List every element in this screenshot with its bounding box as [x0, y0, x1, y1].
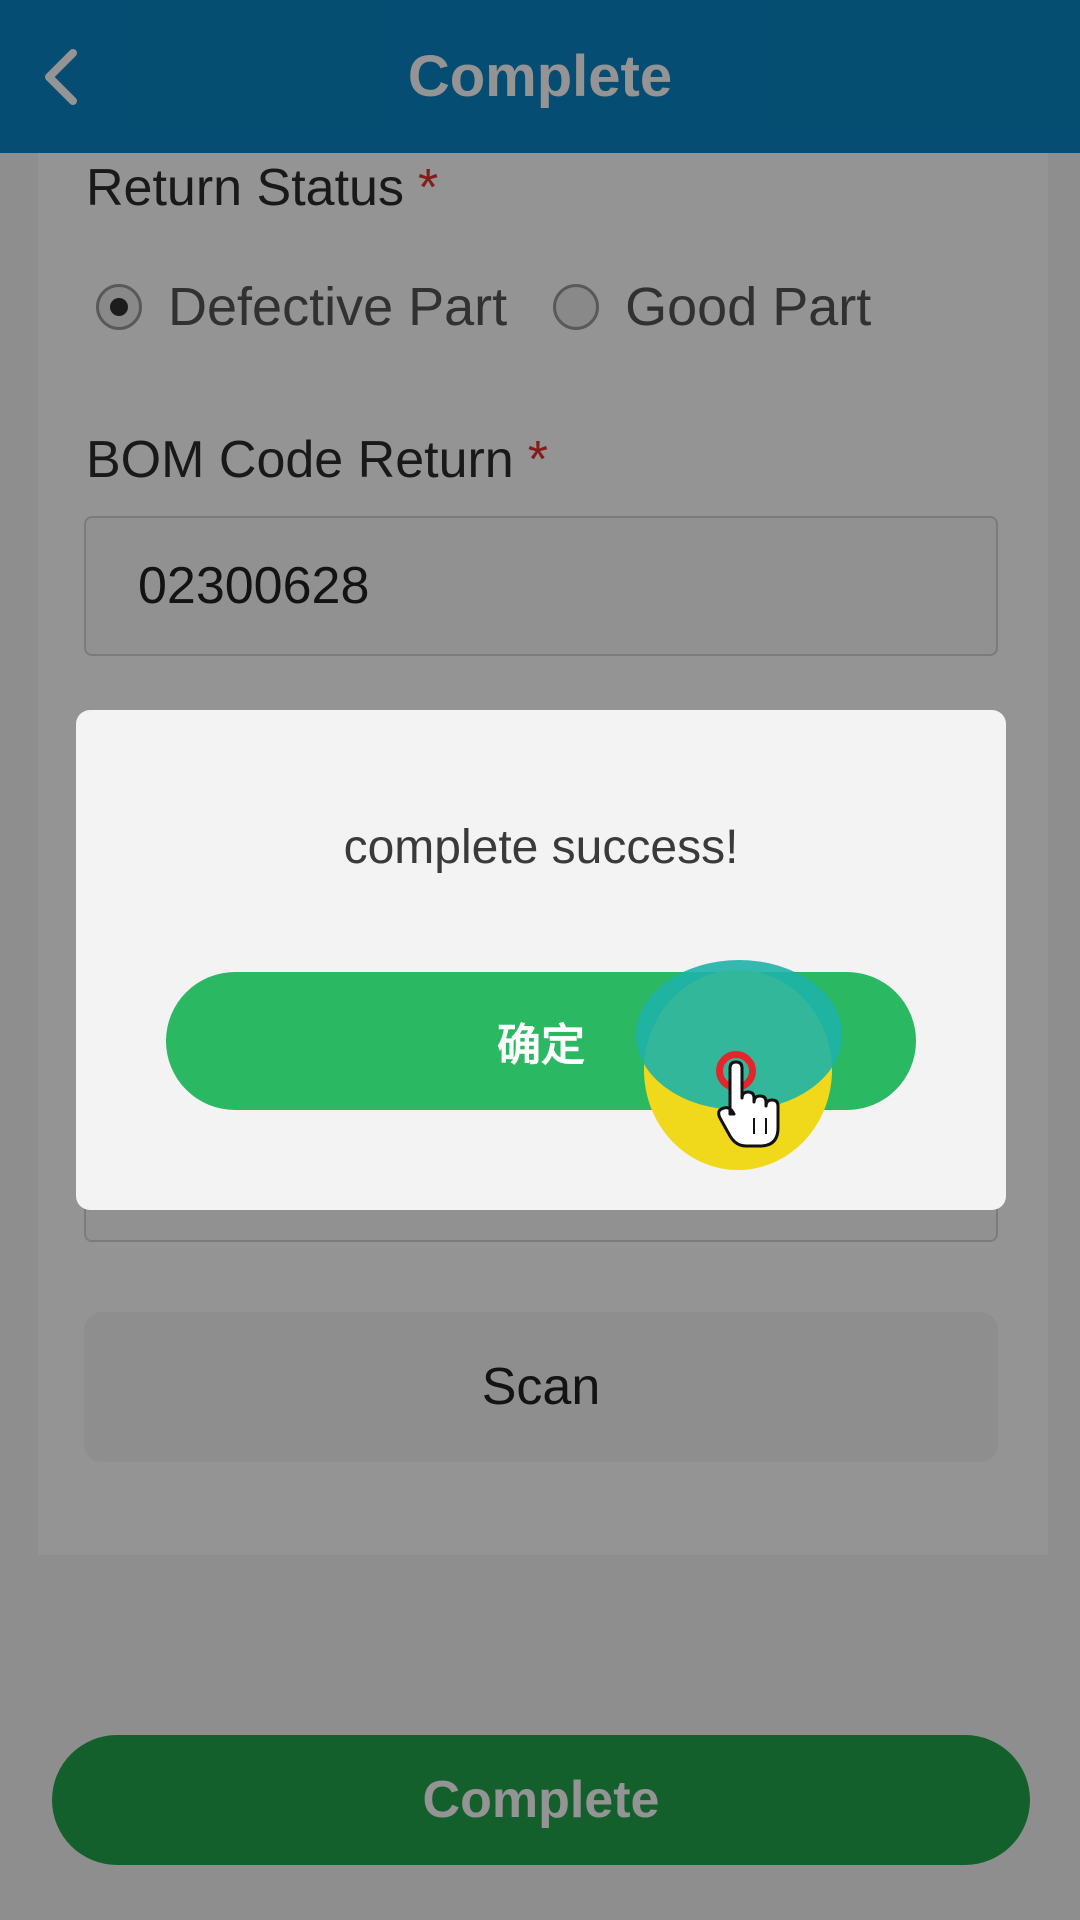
- dialog-message: complete success!: [343, 821, 739, 874]
- hand-pointer-icon: [717, 1060, 780, 1148]
- success-dialog: complete success! 确定: [76, 710, 1006, 1210]
